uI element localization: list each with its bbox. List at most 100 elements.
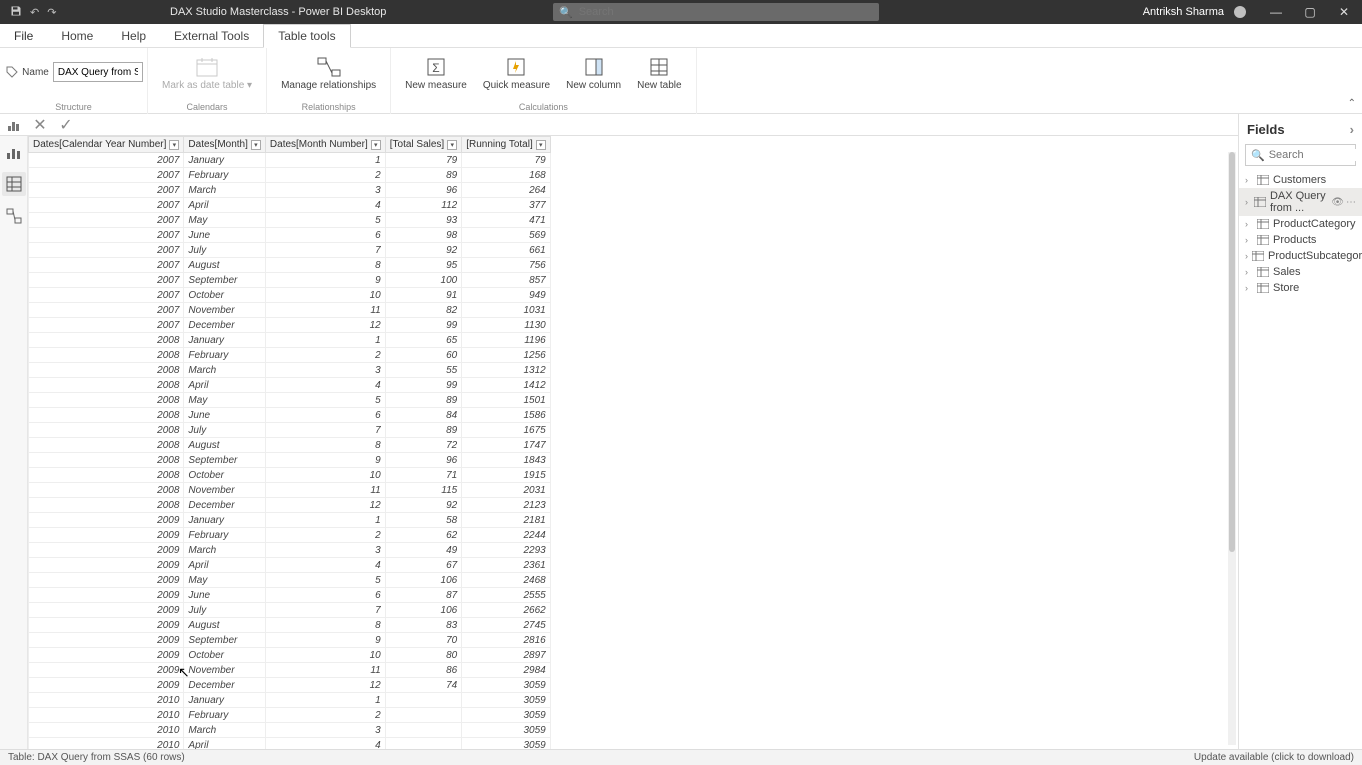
cell[interactable]: 3	[265, 363, 385, 378]
manage-relationships-button[interactable]: Manage relationships	[275, 52, 382, 91]
cell[interactable]: 2010	[29, 738, 184, 750]
save-icon[interactable]	[10, 5, 22, 20]
undo-icon[interactable]: ↶	[30, 6, 39, 19]
cell[interactable]: 2	[265, 348, 385, 363]
cell[interactable]: 1	[265, 693, 385, 708]
cell[interactable]: 89	[385, 393, 461, 408]
cell[interactable]: 2007	[29, 213, 184, 228]
cell[interactable]: 2007	[29, 273, 184, 288]
cell[interactable]	[385, 738, 461, 750]
cell[interactable]: 2007	[29, 303, 184, 318]
cell[interactable]: 2009	[29, 618, 184, 633]
cell[interactable]: August	[184, 258, 265, 273]
new-measure-button[interactable]: Σ New measure	[399, 52, 473, 91]
table-row[interactable]: 2007August895756	[29, 258, 551, 273]
table-row[interactable]: 2007October1091949	[29, 288, 551, 303]
cell[interactable]: 92	[385, 498, 461, 513]
filter-dropdown-icon[interactable]: ▾	[371, 140, 381, 150]
cell[interactable]: 3059	[462, 723, 551, 738]
table-row[interactable]: 2008November111152031	[29, 483, 551, 498]
cell[interactable]: March	[184, 183, 265, 198]
cell[interactable]: March	[184, 723, 265, 738]
cell[interactable]: 96	[385, 183, 461, 198]
cell[interactable]: 7	[265, 603, 385, 618]
cell[interactable]: 2008	[29, 393, 184, 408]
cell[interactable]: 10	[265, 288, 385, 303]
cell[interactable]: 1312	[462, 363, 551, 378]
cell[interactable]: 87	[385, 588, 461, 603]
cell[interactable]: 2007	[29, 153, 184, 168]
cell[interactable]: 5	[265, 573, 385, 588]
table-row[interactable]: 2007May593471	[29, 213, 551, 228]
table-row[interactable]: 2007June698569	[29, 228, 551, 243]
cell[interactable]: July	[184, 603, 265, 618]
fields-table-item[interactable]: ›Sales	[1239, 264, 1362, 280]
cell[interactable]: 2007	[29, 288, 184, 303]
cell[interactable]: May	[184, 573, 265, 588]
cell[interactable]: August	[184, 438, 265, 453]
cell[interactable]: 1675	[462, 423, 551, 438]
table-row[interactable]: 2009July71062662	[29, 603, 551, 618]
table-row[interactable]: 2007July792661	[29, 243, 551, 258]
cell[interactable]: September	[184, 273, 265, 288]
table-row[interactable]: 2007November11821031	[29, 303, 551, 318]
cell[interactable]: 2007	[29, 183, 184, 198]
cell[interactable]: 2984	[462, 663, 551, 678]
table-row[interactable]: 2008September9961843	[29, 453, 551, 468]
table-row[interactable]: 2007January17979	[29, 153, 551, 168]
cell[interactable]: 6	[265, 588, 385, 603]
cell[interactable]: 2008	[29, 348, 184, 363]
table-row[interactable]: 2007December12991130	[29, 318, 551, 333]
table-row[interactable]: 2009September9702816	[29, 633, 551, 648]
cell[interactable]: 6	[265, 408, 385, 423]
cell[interactable]: 106	[385, 573, 461, 588]
expand-fields-button[interactable]: ›	[1350, 122, 1354, 137]
cell[interactable]: 2008	[29, 363, 184, 378]
cell[interactable]: 99	[385, 318, 461, 333]
cell[interactable]: June	[184, 228, 265, 243]
cell[interactable]: December	[184, 318, 265, 333]
cell[interactable]: April	[184, 738, 265, 750]
search-input[interactable]	[579, 6, 873, 18]
cell[interactable]: 1130	[462, 318, 551, 333]
cell[interactable]: October	[184, 648, 265, 663]
table-row[interactable]: 2008August8721747	[29, 438, 551, 453]
filter-dropdown-icon[interactable]: ▾	[251, 140, 261, 150]
cell[interactable]: 5	[265, 213, 385, 228]
cell[interactable]: 49	[385, 543, 461, 558]
cell[interactable]: 471	[462, 213, 551, 228]
cell[interactable]: 2010	[29, 708, 184, 723]
table-row[interactable]: 2008January1651196	[29, 333, 551, 348]
cell[interactable]: 1256	[462, 348, 551, 363]
table-row[interactable]: 2008April4991412	[29, 378, 551, 393]
cell[interactable]: 1412	[462, 378, 551, 393]
cell[interactable]: 1	[265, 333, 385, 348]
cell[interactable]: July	[184, 243, 265, 258]
tab-home[interactable]: Home	[47, 24, 107, 47]
cell[interactable]: 2008	[29, 483, 184, 498]
cell[interactable]: 2008	[29, 498, 184, 513]
global-search[interactable]: 🔍	[553, 3, 879, 21]
cell[interactable]: 949	[462, 288, 551, 303]
redo-icon[interactable]: ↷	[47, 6, 56, 19]
cell[interactable]: 2009	[29, 633, 184, 648]
table-row[interactable]: 2009January1582181	[29, 513, 551, 528]
table-row[interactable]: 2009November11862984	[29, 663, 551, 678]
table-row[interactable]: 2009May51062468	[29, 573, 551, 588]
cell[interactable]: 3059	[462, 693, 551, 708]
cell[interactable]: 83	[385, 618, 461, 633]
tab-table-tools[interactable]: Table tools	[263, 24, 350, 48]
table-row[interactable]: 2009April4672361	[29, 558, 551, 573]
cell[interactable]: 2009	[29, 528, 184, 543]
cancel-formula-button[interactable]: ✕	[32, 117, 48, 133]
close-button[interactable]: ✕	[1330, 0, 1358, 24]
cell[interactable]: 756	[462, 258, 551, 273]
table-row[interactable]: 2008March3551312	[29, 363, 551, 378]
cell[interactable]: 857	[462, 273, 551, 288]
cell[interactable]: June	[184, 588, 265, 603]
cell[interactable]: 62	[385, 528, 461, 543]
cell[interactable]: 70	[385, 633, 461, 648]
cell[interactable]: 3	[265, 723, 385, 738]
collapse-ribbon-button[interactable]: ⌃	[1348, 98, 1356, 109]
cell[interactable]: January	[184, 693, 265, 708]
